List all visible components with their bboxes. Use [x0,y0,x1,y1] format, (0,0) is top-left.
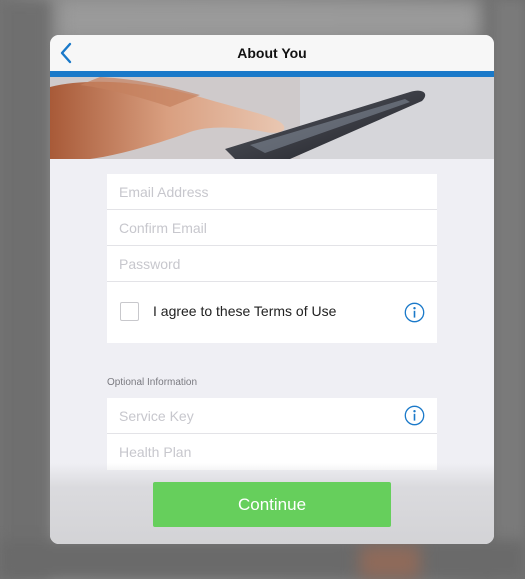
chevron-left-icon [60,42,72,64]
confirm-email-row [107,210,437,246]
health-plan-row [107,434,437,470]
continue-button[interactable]: Continue [153,482,391,527]
page-title: About You [237,45,307,61]
info-icon [404,405,425,426]
email-row [107,174,437,210]
account-fields-group: I agree to these Terms of Use [107,174,437,343]
terms-checkbox[interactable] [120,302,139,321]
password-field[interactable] [119,246,419,281]
service-key-info-button[interactable] [404,405,425,426]
hand-with-phone-image [50,77,494,159]
terms-label: I agree to these Terms of Use [153,303,337,319]
about-you-modal: About You Email Address Confirm Email I … [50,35,494,544]
health-plan-field[interactable] [119,434,419,469]
navigation-bar: About You [50,35,494,71]
service-key-row [107,398,437,434]
password-row [107,246,437,282]
hero-image [50,77,494,159]
optional-section-header: Optional Information [107,377,198,388]
email-field[interactable] [119,174,419,209]
service-key-field[interactable] [119,398,389,433]
back-button[interactable] [58,41,80,65]
confirm-email-field[interactable] [119,210,419,245]
optional-fields-group [107,398,437,470]
terms-row: I agree to these Terms of Use [107,282,437,343]
info-icon [404,302,425,323]
terms-info-button[interactable] [404,302,425,323]
